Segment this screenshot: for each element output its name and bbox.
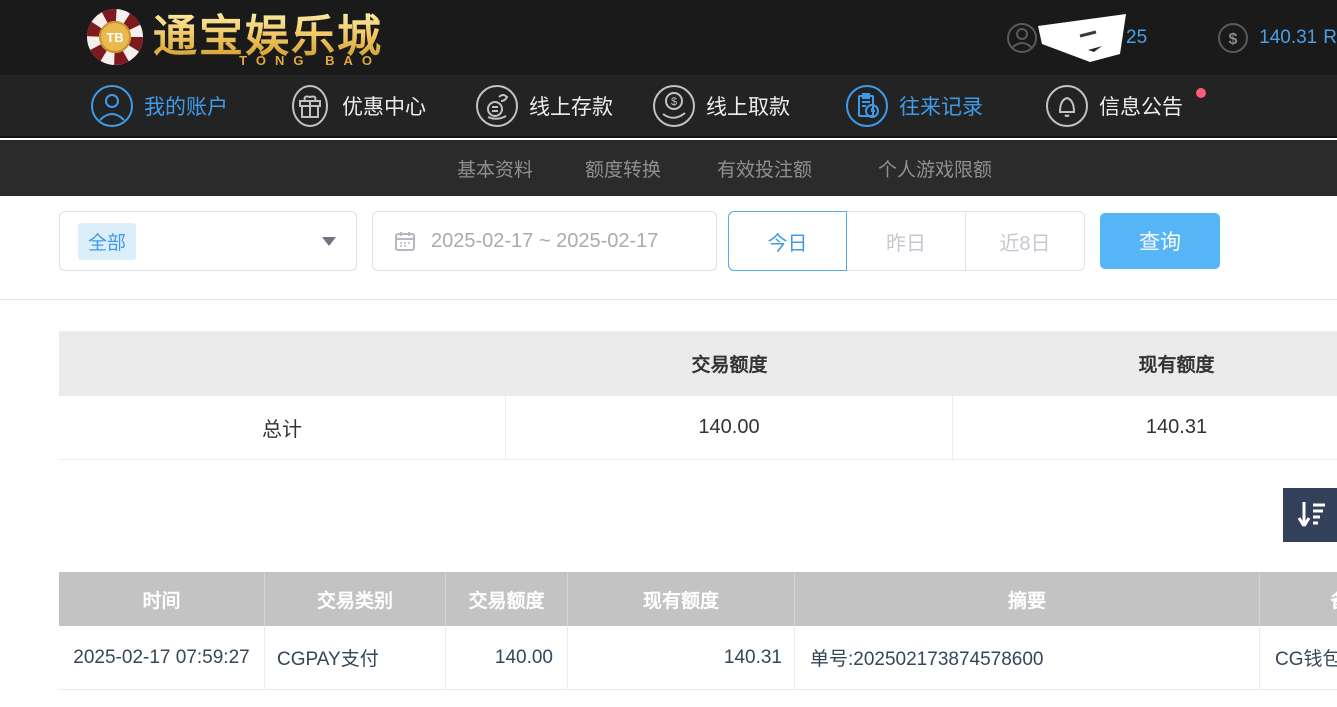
balance-suffix: R xyxy=(1323,27,1337,49)
casino-chip-icon: TB xyxy=(85,7,145,67)
calendar-icon xyxy=(393,229,417,253)
transactions-header-row: 时间 交易类别 交易额度 现有额度 摘要 备注 xyxy=(59,572,1337,626)
username-text: 25 xyxy=(1126,27,1147,49)
summary-header-blank xyxy=(59,331,506,396)
nav-transaction-records[interactable]: 往来记录 xyxy=(845,75,983,136)
balance-amount: 140.31 xyxy=(1259,27,1317,49)
dollar-coin-icon: $ xyxy=(1217,22,1249,54)
tx-time: 2025-02-17 07:59:27 xyxy=(59,626,265,689)
subnav-credit-transfer[interactable]: 额度转换 xyxy=(585,140,661,196)
balance-display[interactable]: $ 140.31 R xyxy=(1217,22,1337,54)
query-button[interactable]: 查询 xyxy=(1100,213,1220,269)
summary-transaction-amount: 140.00 xyxy=(506,396,953,459)
withdrawal-icon: $ xyxy=(652,84,696,128)
tx-type: CGPAY支付 xyxy=(265,626,446,689)
deposit-icon xyxy=(475,84,519,128)
nav-announcements[interactable]: 信息公告 xyxy=(1045,75,1183,136)
summary-current-balance: 140.31 xyxy=(953,396,1337,459)
col-transaction-amount: 交易额度 xyxy=(446,572,568,626)
nav-online-withdrawal[interactable]: $ 线上取款 xyxy=(652,75,790,136)
col-transaction-type: 交易类别 xyxy=(265,572,446,626)
selected-type-chip: 全部 xyxy=(78,223,136,260)
svg-text:TB: TB xyxy=(106,30,123,45)
username-display[interactable]: 25 xyxy=(1006,22,1147,54)
date-range-value: 2025-02-17 ~ 2025-02-17 xyxy=(431,230,658,253)
account-area: 25 $ 140.31 R xyxy=(1006,0,1337,75)
yesterday-button[interactable]: 昨日 xyxy=(847,211,966,271)
site-logo[interactable]: TB 通宝娱乐城 TONG BAO xyxy=(85,7,383,67)
chevron-down-icon xyxy=(322,237,336,246)
summary-total-row: 总计 140.00 140.31 xyxy=(59,396,1337,460)
top-header-bar: TB 通宝娱乐城 TONG BAO 25 xyxy=(0,0,1337,75)
logo-subtitle: TONG BAO xyxy=(239,53,381,68)
gift-icon xyxy=(288,84,332,128)
quick-date-buttons: 今日 昨日 近8日 xyxy=(728,211,1085,271)
summary-header-row: 交易额度 现有额度 xyxy=(59,331,1337,396)
notification-dot xyxy=(1196,88,1206,98)
nav-label: 我的账户 xyxy=(144,91,228,121)
nav-label: 优惠中心 xyxy=(342,91,426,121)
col-current-balance: 现有额度 xyxy=(568,572,795,626)
col-remarks: 备注 xyxy=(1260,572,1337,626)
col-time: 时间 xyxy=(59,572,265,626)
section-divider xyxy=(0,299,1337,300)
user-icon xyxy=(1006,22,1038,54)
my-account-icon xyxy=(90,84,134,128)
sort-descending-button[interactable] xyxy=(1283,488,1337,542)
sort-descending-icon xyxy=(1294,498,1328,532)
svg-text:$: $ xyxy=(671,96,677,108)
subnav-personal-game-limits[interactable]: 个人游戏限额 xyxy=(878,140,992,196)
summary-header-transaction-amount: 交易额度 xyxy=(506,331,953,396)
subnav-basic-info[interactable]: 基本资料 xyxy=(457,140,533,196)
nav-label: 信息公告 xyxy=(1099,91,1183,121)
transaction-row: 2025-02-17 07:59:27 CGPAY支付 140.00 140.3… xyxy=(59,626,1337,690)
today-button[interactable]: 今日 xyxy=(728,211,847,271)
records-icon xyxy=(845,84,889,128)
sub-navigation: 基本资料 额度转换 有效投注额 个人游戏限额 xyxy=(0,140,1337,196)
nav-promotions[interactable]: 优惠中心 xyxy=(288,75,426,136)
transaction-records-page: TB 通宝娱乐城 TONG BAO 25 xyxy=(0,0,1337,707)
nav-label: 往来记录 xyxy=(899,91,983,121)
tx-amount: 140.00 xyxy=(446,626,568,689)
summary-header-current-balance: 现有额度 xyxy=(953,331,1337,396)
nav-label: 线上存款 xyxy=(529,91,613,121)
date-range-input[interactable]: 2025-02-17 ~ 2025-02-17 xyxy=(372,211,717,271)
col-summary: 摘要 xyxy=(795,572,1260,626)
nav-online-deposit[interactable]: 线上存款 xyxy=(475,75,613,136)
tx-remarks: CG钱包 xyxy=(1260,626,1337,689)
subnav-valid-bets[interactable]: 有效投注额 xyxy=(717,140,812,196)
transactions-table: 时间 交易类别 交易额度 现有额度 摘要 备注 2025-02-17 07:59… xyxy=(59,572,1337,690)
svg-text:$: $ xyxy=(1229,31,1238,48)
main-navigation: 我的账户 优惠中心 线上存款 $ xyxy=(0,75,1337,138)
bell-icon xyxy=(1045,84,1089,128)
tx-balance: 140.31 xyxy=(568,626,795,689)
last-8-days-button[interactable]: 近8日 xyxy=(966,211,1085,271)
username-redaction-scribble xyxy=(1030,6,1140,76)
summary-total-label: 总计 xyxy=(59,396,506,459)
tx-summary: 单号:202502173874578600 xyxy=(795,626,1260,689)
nav-label: 线上取款 xyxy=(706,91,790,121)
nav-my-account[interactable]: 我的账户 xyxy=(90,75,228,136)
summary-table: 交易额度 现有额度 总计 140.00 140.31 xyxy=(59,331,1337,460)
transaction-type-select[interactable]: 全部 xyxy=(59,211,357,271)
